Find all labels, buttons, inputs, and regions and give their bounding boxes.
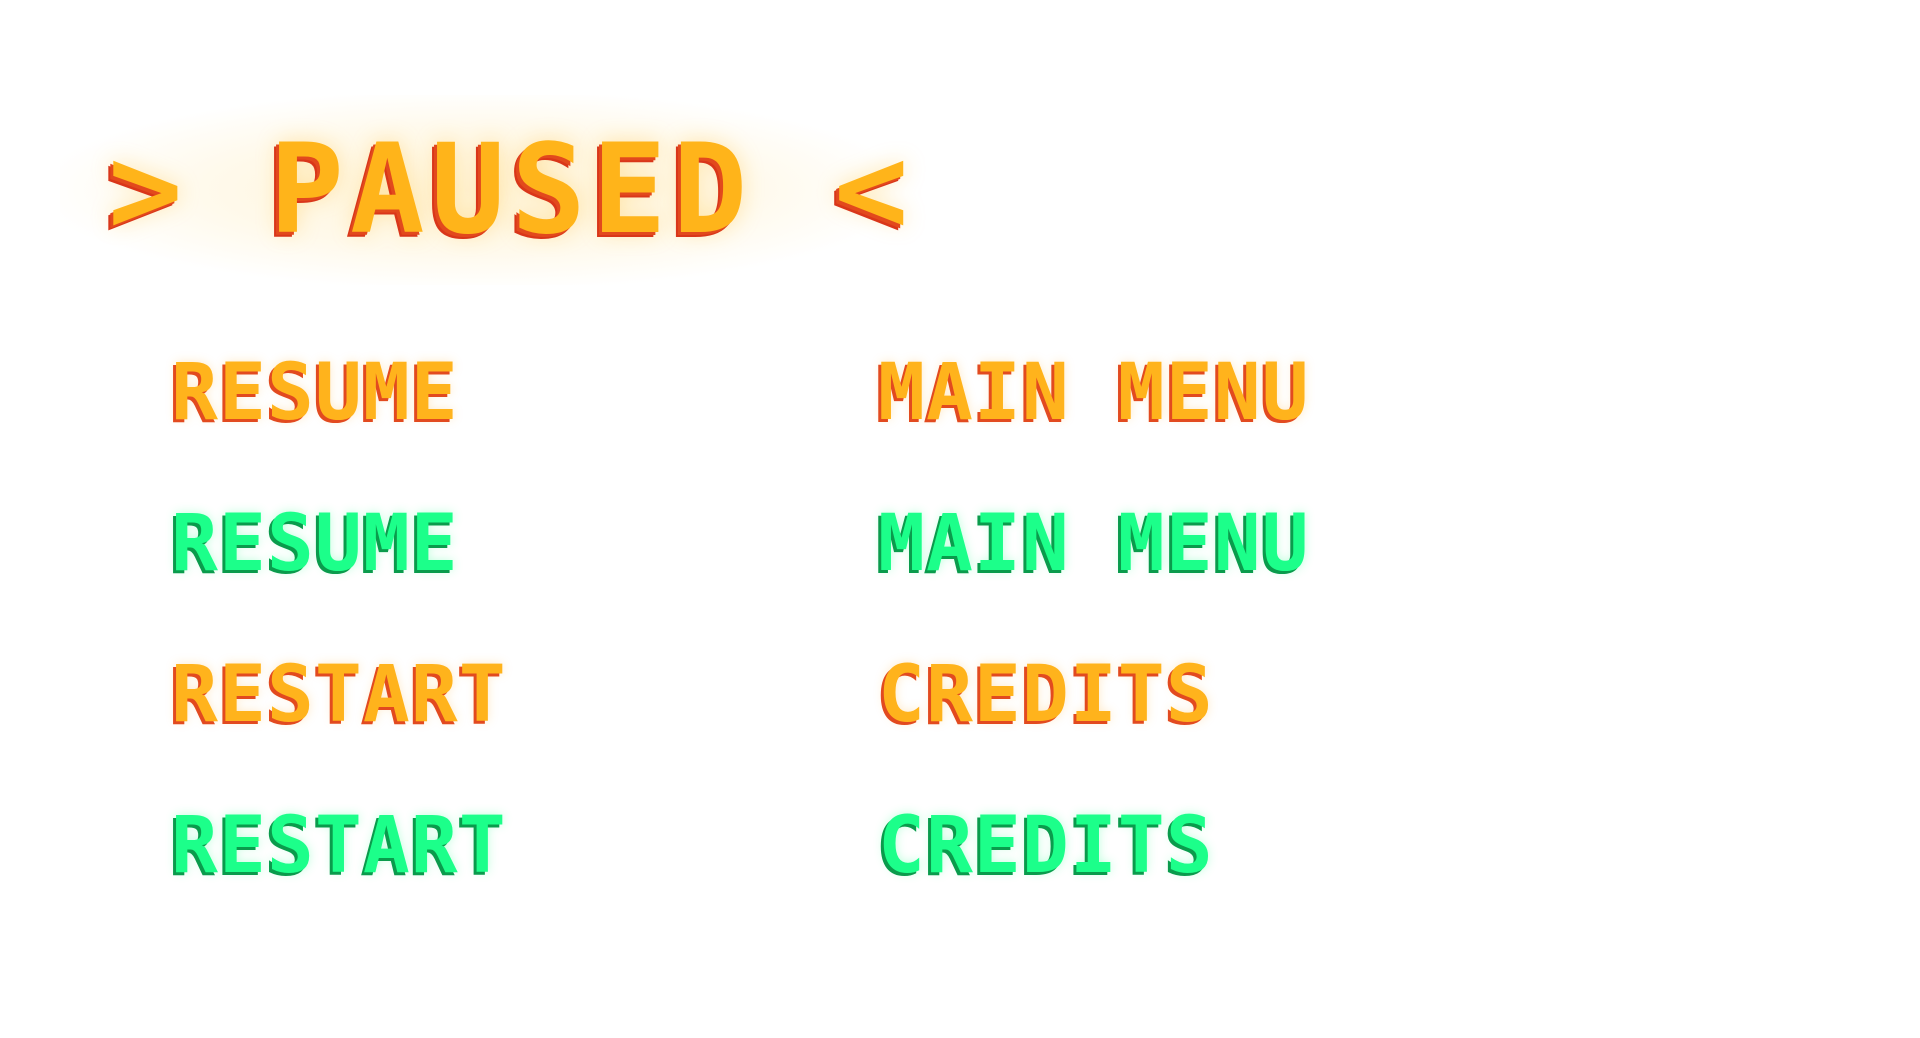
restart-button-highlighted[interactable]: RESTART bbox=[171, 807, 507, 885]
restart-button[interactable]: RESTART bbox=[171, 656, 507, 734]
main-menu-button-highlighted[interactable]: MAIN MENU bbox=[878, 505, 1310, 583]
pause-title: > PAUSED < bbox=[108, 118, 915, 262]
credits-button-highlighted[interactable]: CREDITS bbox=[878, 807, 1214, 885]
resume-button[interactable]: RESUME bbox=[171, 354, 459, 432]
credits-button[interactable]: CREDITS bbox=[878, 656, 1214, 734]
resume-button-highlighted[interactable]: RESUME bbox=[171, 505, 459, 583]
main-menu-button[interactable]: MAIN MENU bbox=[878, 354, 1310, 432]
